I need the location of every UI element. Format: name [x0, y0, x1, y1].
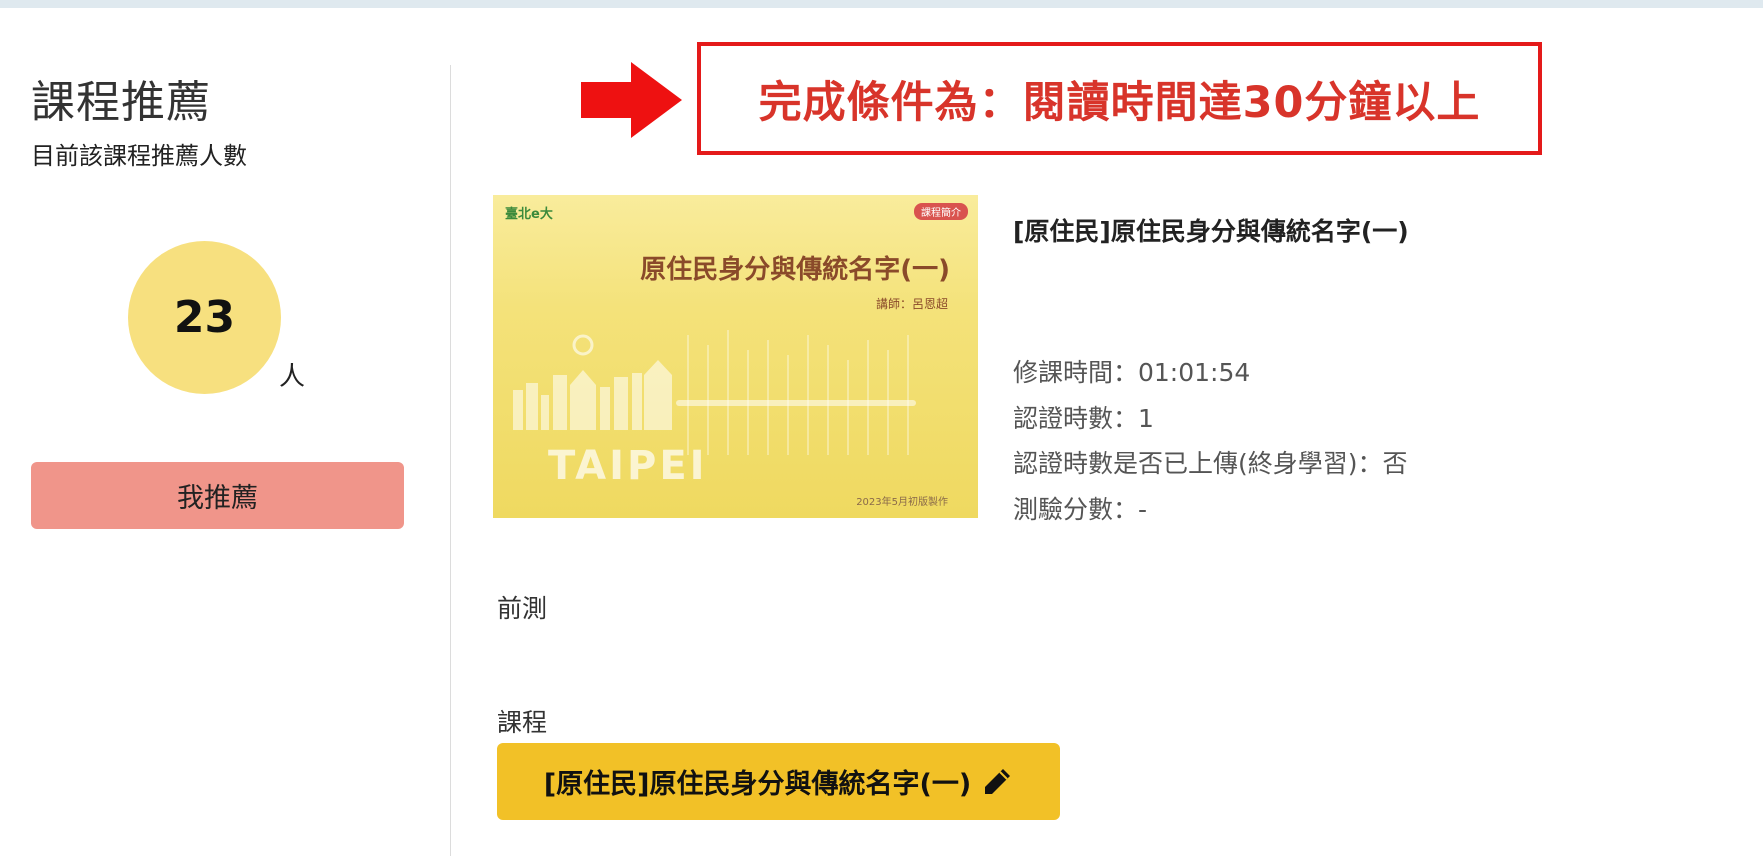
recommend-button[interactable]: 我推薦 — [31, 462, 404, 529]
thumbnail-logo: 臺北e大 — [505, 207, 553, 222]
pencil-icon — [985, 768, 1011, 794]
test-score: 測驗分數：- — [1013, 494, 1148, 524]
recommend-count: 23 — [128, 241, 281, 394]
sidebar-subtitle: 目前該課程推薦人數 — [31, 142, 247, 170]
thumbnail-title: 原住民身分與傳統名字(一) — [640, 255, 950, 285]
thumbnail-date: 2023年5月初版製作 — [856, 497, 948, 508]
course-thumbnail: 臺北e大 課程簡介 原住民身分與傳統名字(一) 講師：呂恩超 TAIPEI 20… — [493, 195, 978, 518]
course-section-label: 課程 — [497, 708, 548, 737]
thumbnail-badge: 課程簡介 — [914, 203, 968, 220]
thumbnail-lecturer: 講師：呂恩超 — [875, 297, 948, 311]
top-strip — [0, 0, 1763, 8]
pretest-label: 前測 — [497, 594, 548, 623]
course-link-label: [原住民]原住民身分與傳統名字(一) — [543, 769, 972, 800]
sidebar-title: 課程推薦 — [31, 77, 211, 128]
recommend-count-unit: 人 — [279, 362, 306, 392]
vertical-divider — [450, 65, 451, 856]
certified-hours: 認證時數：1 — [1013, 403, 1154, 433]
study-time: 修課時間：01:01:54 — [1013, 358, 1251, 387]
right-arrow-icon — [581, 62, 682, 138]
course-link-button[interactable]: [原住民]原住民身分與傳統名字(一) — [497, 743, 1060, 820]
course-info-list: 修課時間：01:01:54 認證時數：1 認證時數是否已上傳(終身學習)：否 測… — [1013, 350, 1408, 532]
hours-uploaded: 認證時數是否已上傳(終身學習)：否 — [1013, 449, 1408, 478]
thumbnail-city: TAIPEI — [548, 443, 708, 489]
completion-notice: 完成條件為：閱讀時間達30分鐘以上 — [697, 42, 1542, 155]
completion-notice-text: 完成條件為：閱讀時間達30分鐘以上 — [758, 77, 1481, 128]
course-title: [原住民]原住民身分與傳統名字(一) — [1013, 217, 1409, 246]
